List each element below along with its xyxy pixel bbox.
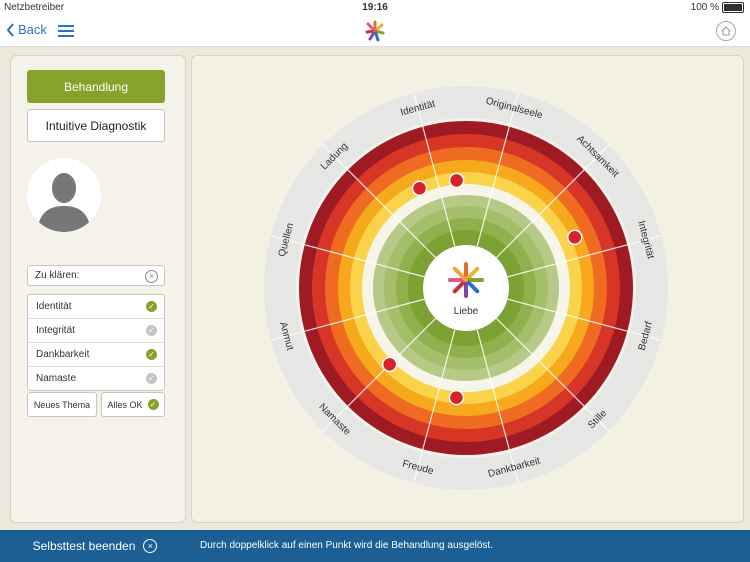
clarify-label: Zu klären: [35, 270, 80, 281]
all-ok-label: Alles OK [107, 399, 143, 410]
battery-percent: 100 % [690, 2, 719, 13]
treatment-point-marker[interactable] [448, 389, 465, 406]
avatar [27, 158, 101, 232]
wheel-panel: Identität Originalseele Achtsamkeit Integri… [191, 55, 744, 523]
topic-item-namaste[interactable]: Namaste ✓ [28, 367, 164, 390]
topic-item-dankbarkeit[interactable]: Dankbarkeit ✓ [28, 343, 164, 367]
treatment-point-marker[interactable] [411, 180, 428, 197]
topic-item-integritaet[interactable]: Integrität ✓ [28, 319, 164, 343]
treatment-point-marker[interactable] [448, 172, 465, 189]
check-icon[interactable]: ✓ [146, 301, 157, 312]
menu-icon[interactable] [58, 25, 74, 40]
topic-label: Namaste [36, 373, 77, 384]
close-icon: × [143, 539, 158, 553]
home-icon[interactable] [716, 21, 736, 41]
hint-text: Durch doppelklick auf einen Punkt wird d… [200, 540, 493, 551]
battery-icon [722, 2, 744, 13]
new-topic-button[interactable]: Neues Thema [27, 392, 97, 417]
clear-icon[interactable]: × [145, 270, 158, 283]
all-ok-button[interactable]: Alles OK ✓ [101, 392, 165, 417]
logo-icon [365, 20, 385, 42]
treatment-point-marker[interactable] [381, 356, 398, 373]
check-icon[interactable]: ✓ [146, 349, 157, 360]
topic-label: Integrität [36, 325, 75, 336]
check-icon[interactable]: ✓ [146, 373, 157, 384]
check-icon[interactable]: ✓ [146, 325, 157, 336]
end-selftest-button[interactable]: Selbsttest beenden × [0, 530, 190, 562]
check-icon: ✓ [147, 399, 159, 410]
clarify-field[interactable]: Zu klären: × [27, 265, 165, 286]
chevron-left-icon [6, 22, 14, 37]
end-selftest-label: Selbsttest beenden [32, 539, 136, 553]
left-panel: Behandlung Intuitive Diagnostik Zu kläre… [10, 55, 186, 523]
topic-label: Identität [36, 301, 72, 312]
back-label: Back [18, 22, 47, 37]
battery-status: 100 % [691, 2, 744, 13]
center-label: Liebe [454, 306, 479, 317]
bottom-bar: Selbsttest beenden × Durch doppelklick a… [0, 530, 750, 562]
diagnostics-button[interactable]: Intuitive Diagnostik [27, 109, 165, 142]
wheel-diagram[interactable]: Identität OriginalseeleAchtsamkeitIntegri… [192, 56, 743, 522]
nav-bar: Back [0, 16, 750, 47]
treatment-point-marker[interactable] [567, 229, 583, 246]
treatment-button[interactable]: Behandlung [27, 70, 165, 103]
status-bar: Netzbetreiber 19:16 100 % [0, 0, 750, 16]
new-topic-label: Neues Thema [33, 399, 91, 410]
topic-item-identitaet[interactable]: Identität ✓ [28, 295, 164, 319]
clock: 19:16 [362, 2, 388, 13]
topic-list: Identität ✓ Integrität ✓ Dankbarkeit ✓ N… [27, 294, 165, 391]
back-button[interactable]: Back [6, 22, 47, 37]
person-silhouette-icon [37, 173, 91, 232]
topic-label: Dankbarkeit [36, 349, 90, 360]
